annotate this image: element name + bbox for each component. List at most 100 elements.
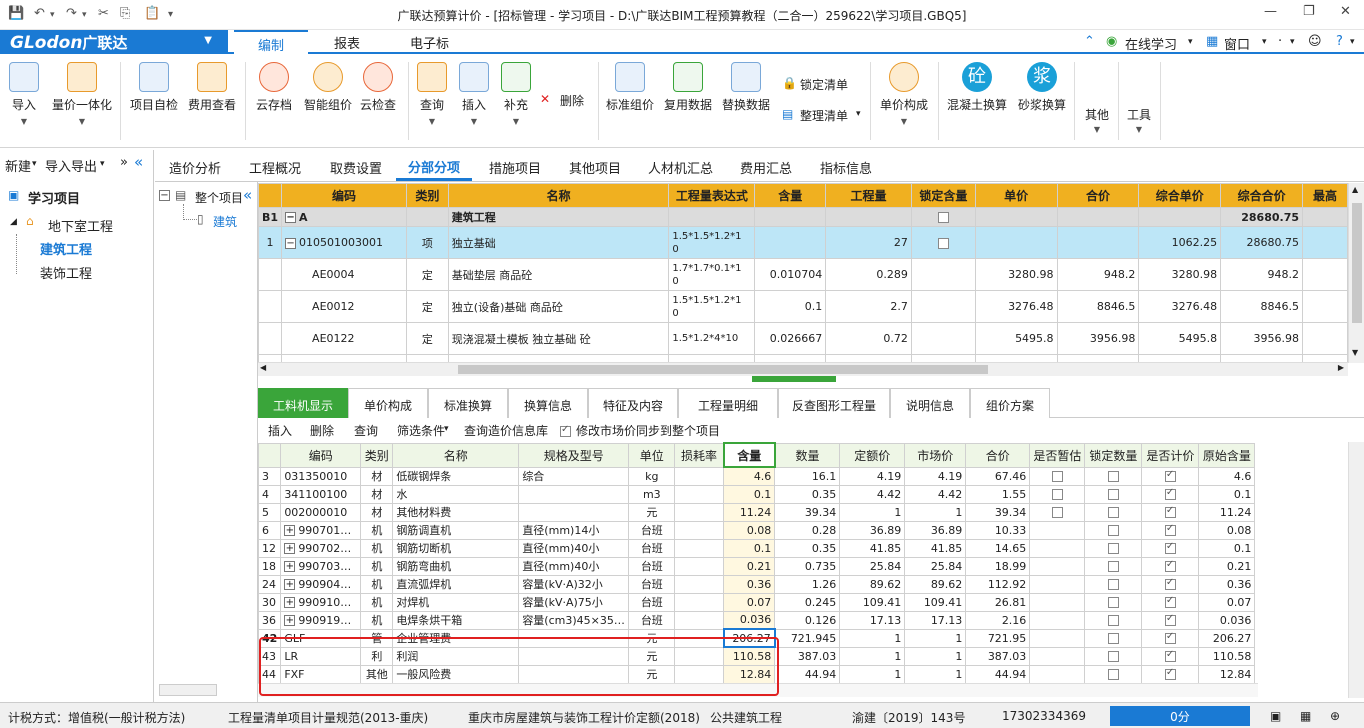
- detail-cell[interactable]: 4.19: [839, 466, 906, 486]
- detail-cell[interactable]: 1: [839, 628, 906, 648]
- detail-cell[interactable]: [1084, 538, 1143, 558]
- detail-cell[interactable]: 水: [392, 484, 520, 504]
- scroll-down-icon[interactable]: ▼: [1352, 348, 1358, 357]
- detail-cell[interactable]: 17.13: [839, 610, 906, 630]
- subitem-cell[interactable]: [668, 207, 756, 227]
- subitem-cell[interactable]: 现浇混凝土模板 独立基础 砼: [447, 322, 670, 355]
- detail-query-button[interactable]: 查询: [354, 422, 378, 439]
- detail-cell[interactable]: 206.27: [1198, 628, 1256, 648]
- checkbox[interactable]: [1107, 507, 1119, 518]
- subitem-cell[interactable]: 3276.48: [974, 290, 1058, 323]
- subitem-cell[interactable]: 27: [825, 226, 912, 259]
- detail-cell[interactable]: 机: [360, 574, 394, 594]
- subitem-cell[interactable]: 948.2: [1220, 258, 1304, 291]
- subitem-col-header[interactable]: 锁定含量: [910, 183, 976, 208]
- detail-cell[interactable]: 341100100: [280, 484, 362, 504]
- detail-insert-button[interactable]: 插入: [268, 422, 292, 439]
- detail-cell[interactable]: 44.94: [774, 664, 841, 684]
- detail-cell[interactable]: 10.33: [965, 520, 1031, 540]
- detail-cell[interactable]: [1141, 484, 1200, 504]
- tab-etender[interactable]: 电子标: [410, 33, 449, 52]
- detail-cell[interactable]: 36.89: [839, 520, 906, 540]
- detail-cell[interactable]: +990910…: [280, 592, 362, 612]
- detail-cell[interactable]: 机: [360, 592, 394, 612]
- subitem-cell[interactable]: 项: [405, 226, 449, 259]
- detail-cell[interactable]: [1141, 466, 1200, 486]
- subitem-col-header[interactable]: 含量: [754, 183, 827, 208]
- detail-cell[interactable]: 0.35: [774, 484, 841, 504]
- subitem-cell[interactable]: 0.1: [754, 290, 827, 323]
- reuse-data-button[interactable]: 复用数据: [660, 62, 716, 113]
- detail-cell[interactable]: 44.94: [965, 664, 1031, 684]
- tab-description[interactable]: 说明信息: [890, 388, 970, 418]
- detail-cell[interactable]: [674, 592, 725, 612]
- detail-col-header[interactable]: 定额价: [839, 442, 906, 468]
- detail-row[interactable]: 6 +990701… 机钢筋调直机 直径(mm)14小 台班 0.08 0.28 36.89 3…: [258, 520, 1256, 540]
- filter-dropdown-icon[interactable]: ▾: [444, 424, 449, 434]
- detail-cell[interactable]: 4.42: [904, 484, 967, 504]
- detail-cell[interactable]: [1141, 556, 1200, 576]
- delete-button[interactable]: 删除: [560, 92, 584, 109]
- tab-fee-settings[interactable]: 取费设置: [330, 158, 382, 177]
- priced-checkbox[interactable]: [1164, 649, 1176, 662]
- detail-cell[interactable]: 钢筋调直机: [392, 520, 520, 540]
- detail-cell[interactable]: 台班: [628, 556, 676, 576]
- detail-cell[interactable]: 对焊机: [392, 592, 520, 612]
- supplement-button[interactable]: 补充 ▼: [488, 62, 544, 126]
- online-learn-button[interactable]: 在线学习: [1125, 34, 1177, 53]
- learn-dropdown-icon[interactable]: ▾: [1188, 37, 1193, 47]
- tab-features[interactable]: 特征及内容: [588, 388, 678, 418]
- checkbox[interactable]: [1107, 489, 1119, 500]
- detail-cell[interactable]: [1029, 628, 1086, 648]
- detail-cell[interactable]: [518, 502, 630, 522]
- detail-cell[interactable]: 综合: [518, 466, 630, 486]
- detail-cell[interactable]: 台班: [628, 610, 676, 630]
- detail-cell[interactable]: 39.34: [965, 502, 1031, 522]
- detail-cell[interactable]: 89.62: [904, 574, 967, 594]
- subitem-cell[interactable]: 0.72: [825, 322, 912, 355]
- zoom-icon[interactable]: ⊕: [1330, 709, 1340, 723]
- detail-cell[interactable]: 41.85: [839, 538, 906, 558]
- detail-cell[interactable]: [1029, 502, 1086, 522]
- tab-subitems[interactable]: 分部分项: [395, 157, 473, 181]
- detail-cell[interactable]: 1: [904, 646, 967, 666]
- tree-building-item[interactable]: 建筑: [213, 213, 237, 230]
- subitem-row[interactable]: AE0122 定现浇混凝土模板 独立基础 砼 1.5*1.2*4*10 0.02666…: [258, 322, 1348, 355]
- layout-icon[interactable]: ▣: [1270, 709, 1281, 723]
- subitem-cell[interactable]: [910, 258, 976, 291]
- detail-cell[interactable]: 387.03: [965, 646, 1031, 666]
- detail-cell[interactable]: [1084, 556, 1143, 576]
- detail-cell[interactable]: 109.41: [839, 592, 906, 612]
- subitem-col-header[interactable]: 类别: [405, 183, 449, 208]
- import-export-dropdown-icon[interactable]: ▾: [100, 159, 105, 169]
- detail-col-header[interactable]: 规格及型号: [518, 442, 630, 468]
- detail-cell[interactable]: [1084, 646, 1143, 666]
- subitem-col-header[interactable]: 工程量表达式: [668, 183, 756, 208]
- detail-row[interactable]: 4341100100材水m30.10.354.424.421.550.1: [258, 484, 1256, 504]
- detail-cell[interactable]: [1029, 466, 1086, 486]
- priced-checkbox[interactable]: [1164, 577, 1176, 590]
- detail-col-header[interactable]: 市场价: [904, 442, 967, 468]
- scroll-right-icon[interactable]: ▶: [1338, 363, 1344, 372]
- detail-cell[interactable]: 容量(cm3)45×35…: [518, 610, 630, 630]
- detail-cell[interactable]: 1: [839, 664, 906, 684]
- tab-quantity-detail[interactable]: 工程量明细: [678, 388, 778, 418]
- detail-col-header[interactable]: 合价: [965, 442, 1031, 468]
- detail-cell[interactable]: 12.84: [1198, 664, 1256, 684]
- detail-cell[interactable]: +990703…: [280, 556, 362, 576]
- subitem-col-header[interactable]: 名称: [447, 183, 670, 208]
- close-button[interactable]: ✕: [1340, 4, 1351, 19]
- subitem-cell[interactable]: [825, 207, 912, 227]
- detail-cell[interactable]: 26.81: [965, 592, 1031, 612]
- detail-cell[interactable]: 14.65: [965, 538, 1031, 558]
- detail-cell[interactable]: 39.34: [774, 502, 841, 522]
- subitem-cell[interactable]: 3956.98: [1220, 322, 1304, 355]
- subitem-cell[interactable]: 建筑工程: [447, 207, 670, 227]
- detail-cell[interactable]: 109.41: [904, 592, 967, 612]
- detail-cell[interactable]: 89.62: [839, 574, 906, 594]
- filter-button[interactable]: 筛选条件: [397, 422, 445, 439]
- subitem-col-header[interactable]: 编码: [281, 183, 407, 208]
- replace-data-button[interactable]: 替换数据: [718, 62, 774, 113]
- detail-cell[interactable]: [1029, 610, 1086, 630]
- detail-cell[interactable]: [1084, 628, 1143, 648]
